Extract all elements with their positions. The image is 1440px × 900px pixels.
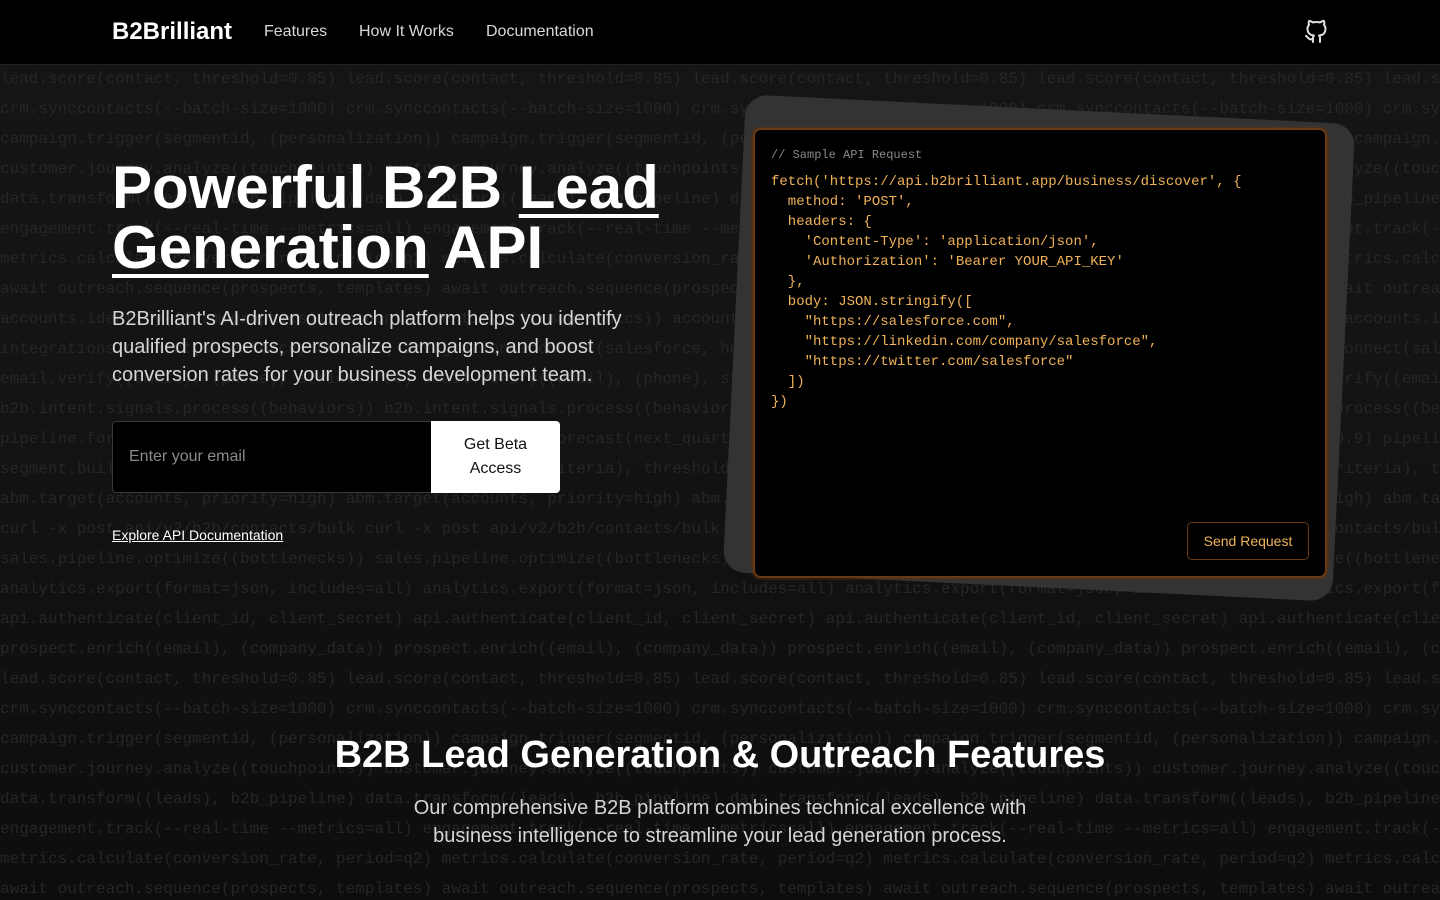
code-line: method: 'POST', — [771, 194, 914, 210]
code-block: fetch('https://api.b2brilliant.app/busin… — [771, 172, 1241, 412]
background-code-line: lead.score(contact, threshold=0.85) lead… — [0, 70, 1440, 88]
get-beta-access-button[interactable]: Get Beta Access — [431, 421, 560, 493]
code-line: }) — [771, 394, 788, 410]
code-line: "https://linkedin.com/company/salesforce… — [771, 334, 1158, 350]
nav-link-documentation[interactable]: Documentation — [486, 23, 594, 41]
email-input[interactable] — [112, 421, 431, 493]
send-request-button[interactable]: Send Request — [1187, 522, 1309, 560]
code-comment: // Sample API Request — [771, 148, 923, 162]
github-icon[interactable] — [1304, 19, 1328, 44]
code-line: fetch('https://api.b2brilliant.app/busin… — [771, 174, 1242, 190]
code-line: "https://twitter.com/salesforce" — [771, 354, 1074, 370]
code-line: body: JSON.stringify([ — [771, 294, 973, 310]
hero-subtitle: B2Brilliant's AI-driven outreach platfor… — [112, 308, 622, 386]
navbar: B2Brilliant Features How It Works Docume… — [0, 0, 1440, 65]
background-code-line: crm.synccontacts(--batch-size=1000) crm.… — [0, 700, 1440, 718]
nav-link-features[interactable]: Features — [264, 23, 327, 41]
api-request-code-card: // Sample API Request fetch('https://api… — [753, 128, 1327, 578]
background-code-line: await outreach.sequence(prospects, templ… — [0, 880, 1440, 898]
nav-link-how-it-works[interactable]: How It Works — [359, 23, 454, 41]
background-code-line: api.authenticate(client_id, client_secre… — [0, 610, 1440, 628]
code-line: headers: { — [771, 214, 872, 230]
code-line: ]) — [771, 374, 805, 390]
code-line: "https://salesforce.com", — [771, 314, 1015, 330]
background-code-line: lead.score(contact, threshold=0.85) lead… — [0, 670, 1440, 688]
hero-title-part2: API — [428, 214, 544, 281]
background-code-line: prospect.enrich((email), (company_data))… — [0, 640, 1440, 658]
explore-api-docs-link[interactable]: Explore API Documentation — [112, 527, 283, 543]
features-subtitle: Our comprehensive B2B platform combines … — [413, 797, 1027, 847]
brand-logo[interactable]: B2Brilliant — [112, 18, 232, 46]
code-line: 'Content-Type': 'application/json', — [771, 234, 1099, 250]
code-line: 'Authorization': 'Bearer YOUR_API_KEY' — [771, 254, 1124, 270]
code-line: }, — [771, 274, 805, 290]
hero-title: Powerful B2B Lead Generation API — [112, 158, 732, 278]
features-title: B2B Lead Generation & Outreach Features — [334, 734, 1106, 776]
hero-title-part1: Powerful B2B — [112, 154, 519, 221]
